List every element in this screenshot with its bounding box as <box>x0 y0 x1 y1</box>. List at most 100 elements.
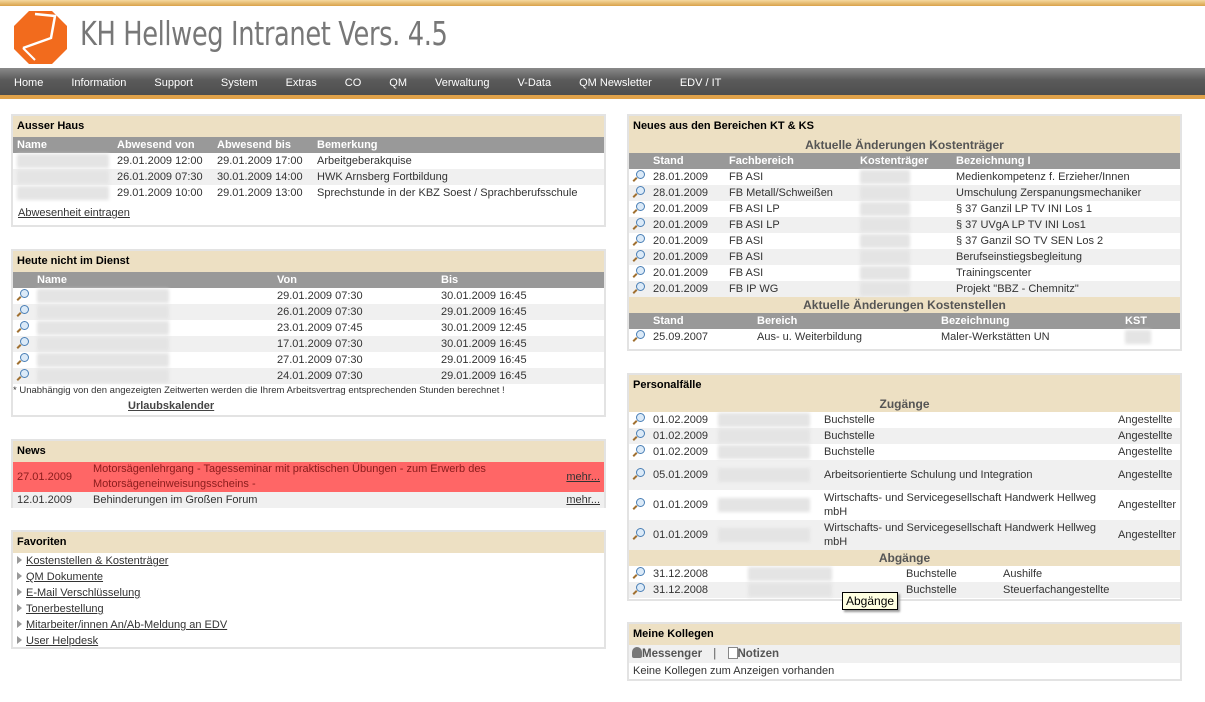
table-cell <box>33 352 273 368</box>
table-cell: 31.12.2008 <box>653 568 709 580</box>
panel-title: Heute nicht im Dienst <box>13 251 604 272</box>
table-cell <box>629 428 649 444</box>
table-cell <box>629 201 649 217</box>
column-header[interactable] <box>629 153 649 169</box>
news-row[interactable]: 12.01.2009 Behinderungen im Großen Forum m… <box>13 492 604 508</box>
column-header[interactable]: Name <box>13 137 113 153</box>
table-cell: Buchstelle <box>824 446 875 458</box>
news-row[interactable]: 27.01.2009 Motorsägenlehrgang - Tagessemi… <box>13 462 604 492</box>
favorite-link[interactable]: Kostenstellen & Kostenträger <box>26 555 168 567</box>
magnifier-icon[interactable] <box>633 233 645 246</box>
column-header[interactable]: Abwesend von <box>113 137 213 153</box>
favorite-link[interactable]: Mitarbeiter/innen An/Ab-Meldung an EDV <box>26 619 227 631</box>
table-cell: 28.01.2009 <box>653 171 709 183</box>
abwesenheit-eintragen-link[interactable]: Abwesenheit eintragen <box>18 207 130 219</box>
magnifier-icon[interactable] <box>633 217 645 230</box>
column-header[interactable]: Bezeichnung I <box>952 153 1180 169</box>
table-cell <box>33 336 273 352</box>
notizen-button[interactable]: Notizen <box>727 647 779 660</box>
table-row: 20.01.2009 FB IP WG Projekt "BBZ - Chemnit… <box>629 281 1180 297</box>
table-row: 20.01.2009 FB ASI LP § 37 Ganzil LP TV INI… <box>629 201 1180 217</box>
nav-item[interactable]: V-Data <box>503 68 551 95</box>
blurred-name <box>17 154 109 168</box>
table-cell <box>629 249 649 265</box>
magnifier-icon[interactable] <box>17 320 29 333</box>
messenger-button[interactable]: Messenger <box>632 647 702 660</box>
column-header[interactable] <box>13 272 33 288</box>
table-cell: 20.01.2009 <box>649 281 725 297</box>
table-cell: Berufseinstiegsbegleitung <box>952 249 1180 265</box>
nav-item[interactable]: Verwaltung <box>421 68 489 95</box>
magnifier-icon[interactable] <box>633 566 645 579</box>
nav-item[interactable]: Information <box>57 68 126 95</box>
column-header[interactable]: Bemerkung <box>313 137 604 153</box>
magnifier-icon[interactable] <box>633 527 645 540</box>
magnifier-icon[interactable] <box>633 169 645 182</box>
blurred-name <box>718 413 810 427</box>
magnifier-icon[interactable] <box>633 281 645 294</box>
mehr-link[interactable]: mehr... <box>566 471 600 483</box>
table-cell <box>13 169 113 185</box>
nav-item[interactable]: System <box>207 68 258 95</box>
nav-item[interactable]: CO <box>331 68 362 95</box>
arrow-right-icon <box>17 636 22 644</box>
column-header[interactable]: KST <box>1121 313 1180 329</box>
magnifier-icon[interactable] <box>633 201 645 214</box>
column-header[interactable]: Abwesend bis <box>213 137 313 153</box>
table-cell <box>714 520 814 550</box>
magnifier-icon[interactable] <box>17 288 29 301</box>
kt-ks-panel: Neues aus den Bereichen KT & KS Aktuelle… <box>627 114 1182 351</box>
table-cell <box>856 217 952 233</box>
column-header[interactable]: Name <box>33 272 273 288</box>
column-header[interactable]: Bis <box>437 272 604 288</box>
magnifier-icon[interactable] <box>17 368 29 381</box>
table-cell: Medienkompetenz f. Erzieher/Innen <box>956 171 1130 183</box>
magnifier-icon[interactable] <box>17 304 29 317</box>
nav-item[interactable]: Home <box>0 68 43 95</box>
magnifier-icon[interactable] <box>633 444 645 457</box>
favorite-link[interactable]: E-Mail Verschlüsselung <box>26 587 140 599</box>
table-cell: 29.01.2009 16:45 <box>441 354 527 366</box>
nav-item[interactable]: QM <box>375 68 407 95</box>
favorite-link[interactable]: Tonerbestellung <box>26 603 104 615</box>
favorite-item: Mitarbeiter/innen An/Ab-Meldung an EDV <box>13 617 604 633</box>
table-cell: 12.01.2009 <box>13 492 89 508</box>
column-header[interactable]: Bereich <box>753 313 937 329</box>
magnifier-icon[interactable] <box>633 582 645 595</box>
column-header[interactable]: Bezeichnung <box>937 313 1121 329</box>
table-row: 01.01.2009 Wirtschafts- und Servicegesell… <box>629 520 1180 550</box>
magnifier-icon[interactable] <box>633 185 645 198</box>
favorite-item: Tonerbestellung <box>13 601 604 617</box>
magnifier-icon[interactable] <box>633 412 645 425</box>
column-header[interactable]: Fachbereich <box>725 153 856 169</box>
magnifier-icon[interactable] <box>17 336 29 349</box>
magnifier-icon[interactable] <box>633 428 645 441</box>
favorite-link[interactable]: QM Dokumente <box>26 571 103 583</box>
blurred-name <box>718 429 810 443</box>
column-header[interactable]: Von <box>273 272 437 288</box>
magnifier-icon[interactable] <box>633 265 645 278</box>
favorite-link[interactable]: User Helpdesk <box>26 635 98 647</box>
nav-item[interactable]: EDV / IT <box>666 68 722 95</box>
table-cell: Motorsägenlehrgang - Tagesseminar mit pr… <box>89 462 554 492</box>
magnifier-icon[interactable] <box>17 352 29 365</box>
column-header[interactable]: Stand <box>649 313 753 329</box>
magnifier-icon[interactable] <box>633 497 645 510</box>
magnifier-icon[interactable] <box>633 329 645 342</box>
mehr-link[interactable]: mehr... <box>566 494 600 506</box>
table-cell: Behinderungen im Großen Forum <box>89 492 554 508</box>
column-header[interactable]: Stand <box>649 153 725 169</box>
arrow-right-icon <box>17 556 22 564</box>
table-cell: Arbeitsorientierte Schulung und Integrat… <box>814 460 1114 490</box>
magnifier-icon[interactable] <box>633 249 645 262</box>
nav-item[interactable]: Support <box>140 68 193 95</box>
nav-item[interactable]: QM Newsletter <box>565 68 652 95</box>
column-header[interactable]: Kostenträger <box>856 153 952 169</box>
column-header[interactable] <box>629 313 649 329</box>
table-cell <box>13 153 113 169</box>
table-cell: Angestellter <box>1118 499 1177 511</box>
urlaubskalender-link[interactable]: Urlaubskalender <box>128 400 214 412</box>
nav-item[interactable]: Extras <box>272 68 317 95</box>
magnifier-icon[interactable] <box>633 467 645 480</box>
main-nav: Home Information Support System Extras CO QM Ve… <box>0 68 1205 99</box>
